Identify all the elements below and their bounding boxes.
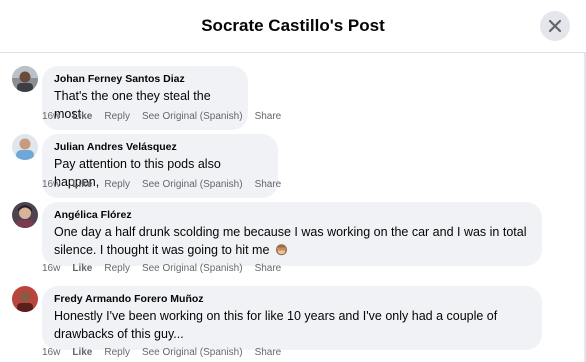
reply-button[interactable]: Reply bbox=[104, 263, 130, 274]
comment-time[interactable]: 16w bbox=[42, 179, 60, 190]
share-button[interactable]: Share bbox=[255, 111, 282, 122]
like-button[interactable]: Like bbox=[72, 179, 92, 190]
close-icon bbox=[548, 19, 562, 33]
comment-text-line: silence. I thought it was going to hit m… bbox=[54, 243, 270, 257]
comment-time[interactable]: 16w bbox=[42, 347, 60, 358]
avatar[interactable] bbox=[12, 286, 38, 312]
comment-author[interactable]: Julian Andres Velásquez bbox=[54, 140, 266, 154]
comment-text: One day a half drunk scolding me because… bbox=[54, 223, 530, 259]
reply-button[interactable]: Reply bbox=[104, 347, 130, 358]
comment-author[interactable]: Angélica Flórez bbox=[54, 208, 530, 222]
see-original-button[interactable]: See Original (Spanish) bbox=[142, 111, 243, 122]
reply-button[interactable]: Reply bbox=[104, 179, 130, 190]
share-button[interactable]: Share bbox=[255, 347, 282, 358]
avatar[interactable] bbox=[12, 202, 38, 228]
see-original-button[interactable]: See Original (Spanish) bbox=[142, 179, 243, 190]
comment-actions: 16w Like Reply See Original (Spanish) Sh… bbox=[42, 263, 293, 274]
like-button[interactable]: Like bbox=[72, 347, 92, 358]
like-button[interactable]: Like bbox=[72, 111, 92, 122]
see-original-button[interactable]: See Original (Spanish) bbox=[142, 347, 243, 358]
comment-bubble: Angélica Flórez One day a half drunk sco… bbox=[42, 202, 542, 266]
see-no-evil-monkey-emoji-icon bbox=[275, 244, 287, 256]
like-button[interactable]: Like bbox=[72, 263, 92, 274]
comment-text: Honestly I've been working on this for l… bbox=[54, 307, 530, 343]
comment-author[interactable]: Johan Ferney Santos Diaz bbox=[54, 72, 236, 86]
close-button[interactable] bbox=[540, 11, 570, 41]
share-button[interactable]: Share bbox=[255, 179, 282, 190]
comment-time[interactable]: 16w bbox=[42, 111, 60, 122]
avatar[interactable] bbox=[12, 134, 38, 160]
comment-actions: 16w Like Reply See Original (Spanish) Sh… bbox=[42, 111, 293, 122]
comment-text-line: One day a half drunk scolding me because… bbox=[54, 225, 527, 239]
share-button[interactable]: Share bbox=[255, 263, 282, 274]
comment-actions: 16w Like Reply See Original (Spanish) Sh… bbox=[42, 179, 293, 190]
comment-author[interactable]: Fredy Armando Forero Muñoz bbox=[54, 292, 530, 306]
reply-button[interactable]: Reply bbox=[104, 111, 130, 122]
comment-time[interactable]: 16w bbox=[42, 263, 60, 274]
avatar[interactable] bbox=[12, 66, 38, 92]
comment-text-line: Honestly I've been working on this for l… bbox=[54, 309, 498, 323]
post-dialog-header: Socrate Castillo's Post bbox=[0, 0, 586, 53]
see-original-button[interactable]: See Original (Spanish) bbox=[142, 263, 243, 274]
dialog-title: Socrate Castillo's Post bbox=[201, 16, 385, 35]
comment-bubble: Fredy Armando Forero Muñoz Honestly I've… bbox=[42, 286, 542, 350]
comment-actions: 16w Like Reply See Original (Spanish) Sh… bbox=[42, 347, 293, 358]
comment-text-line: drawbacks of this guy... bbox=[54, 327, 184, 341]
